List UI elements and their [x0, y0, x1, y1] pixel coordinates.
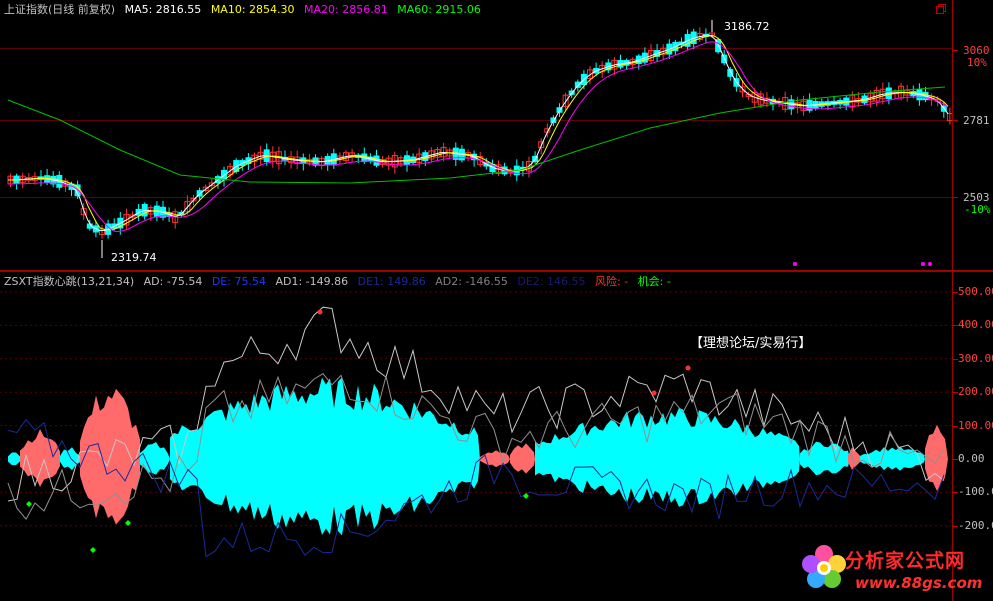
risk-value: 风险: -	[595, 275, 629, 288]
axis-pct-high: 10%	[967, 56, 987, 69]
ma20-line	[8, 41, 949, 233]
axis-pct-low: -10%	[964, 203, 991, 216]
indicator-title: ZSXT指数心跳(13,21,34)	[4, 275, 135, 288]
indicator-legend: ZSXT指数心跳(13,21,34) AD: -75.54 DE: 75.54 …	[4, 275, 677, 289]
heartbeat-band	[8, 452, 20, 466]
indicator-axis-label: 500.00	[958, 285, 993, 298]
risk-dot	[651, 390, 657, 396]
ma5-value: MA5: 2816.55	[124, 3, 202, 16]
de-value: DE: 75.54	[211, 275, 266, 288]
axis-tick	[952, 392, 958, 394]
ad-value: AD: -75.54	[143, 275, 203, 288]
price-chart-panel[interactable]: 上证指数(日线 前复权) MA5: 2816.55 MA10: 2854.30 …	[0, 0, 993, 270]
chance-dot	[523, 493, 529, 499]
axis-tick	[952, 525, 958, 527]
indicator-axis-label: -100.00	[958, 485, 993, 499]
price-candles	[7, 20, 952, 266]
risk-dot	[685, 365, 691, 371]
low-price-label: 2319.74	[111, 251, 157, 264]
axis-label-mid: 2781	[963, 114, 990, 127]
indicator-axis-label: 400.00	[958, 318, 993, 332]
price-legend: 上证指数(日线 前复权) MA5: 2816.55 MA10: 2854.30 …	[4, 3, 487, 17]
chance-value: 机会: -	[637, 275, 671, 288]
heartbeat-band	[20, 429, 60, 487]
chance-dot	[26, 501, 32, 507]
de2-value: DE2: 146.55	[517, 275, 586, 288]
logo-text: 分析家公式网	[845, 550, 966, 572]
indicator-axis-label: 100.00	[958, 418, 993, 432]
ad2-value: AD2: -146.55	[435, 275, 508, 288]
chance-dot	[125, 520, 131, 526]
signal-dot	[928, 262, 932, 266]
heartbeat-band	[170, 377, 480, 536]
ad1-value: AD1: -149.86	[275, 275, 349, 288]
forum-watermark: 【理想论坛/实易行】	[690, 336, 812, 351]
flower-icon	[802, 545, 846, 588]
axis-tick	[952, 50, 958, 51]
site-logo: 分析家公式网 www.88gs.com	[795, 540, 993, 601]
heartbeat-band	[480, 450, 510, 468]
ma10-value: MA10: 2854.30	[210, 3, 295, 16]
axis-tick	[952, 197, 958, 198]
heartbeat-band	[800, 441, 850, 476]
axis-tick	[952, 459, 958, 460]
heartbeat-band	[510, 443, 535, 474]
logo-url: www.88gs.com	[855, 574, 983, 592]
heartbeat-band	[60, 447, 80, 471]
axis-tick	[952, 325, 958, 327]
price-axis-divider	[952, 0, 953, 270]
axis-tick	[952, 358, 958, 360]
risk-dot	[317, 309, 323, 315]
signal-dot	[793, 262, 797, 266]
axis-tick	[952, 425, 958, 427]
heartbeat-band	[140, 442, 170, 475]
indicator-axis-label: 200.00	[958, 385, 993, 399]
ma60-value: MA60: 2915.06	[397, 3, 481, 16]
axis-tick	[952, 492, 958, 494]
axis-tick	[952, 120, 958, 121]
chance-dot	[90, 547, 96, 553]
indicator-axis-label: -200.00	[958, 518, 993, 532]
chart-title: 上证指数(日线 前复权)	[4, 3, 116, 16]
indicator-axis-label: 0.00	[958, 452, 985, 465]
axis-tick	[952, 292, 958, 293]
de1-value: DE1: 149.86	[357, 275, 426, 288]
ma10-line	[8, 34, 949, 231]
signal-dot	[921, 262, 925, 266]
high-price-label: 3186.72	[724, 20, 770, 33]
indicator-axis-label: 300.00	[958, 351, 993, 365]
restore-icon[interactable]	[936, 4, 946, 14]
ma20-value: MA20: 2856.81	[304, 3, 388, 16]
ma5-line	[7, 34, 949, 232]
